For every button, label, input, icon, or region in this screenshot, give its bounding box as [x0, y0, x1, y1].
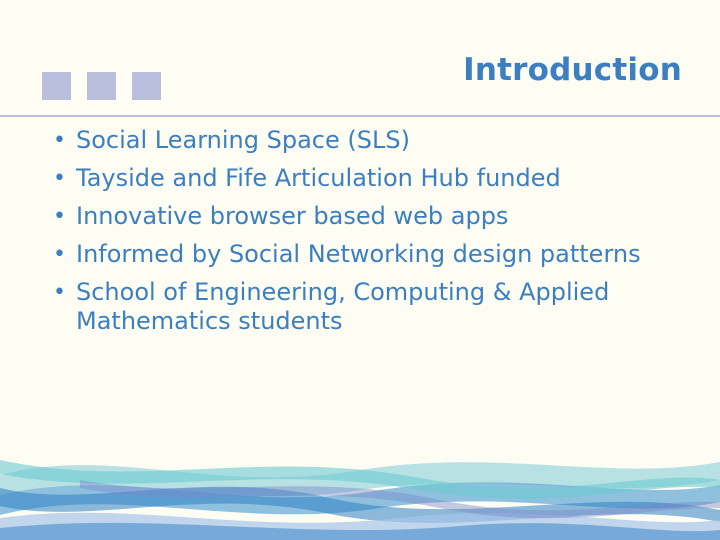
decorative-square — [42, 72, 71, 100]
bullet-text: School of Engineering, Computing & Appli… — [76, 278, 610, 335]
bullet-item: • Tayside and Fife Articulation Hub fund… — [0, 164, 676, 193]
bullet-dot-icon: • — [53, 242, 66, 267]
bullet-dot-icon: • — [53, 128, 66, 153]
title-divider — [0, 115, 720, 117]
bullet-dot-icon: • — [53, 166, 66, 191]
slide: Introduction • Social Learning Space (SL… — [0, 0, 720, 540]
bullet-item: • Informed by Social Networking design p… — [0, 240, 676, 269]
bullet-text: Tayside and Fife Articulation Hub funded — [76, 164, 561, 192]
bullet-item: • Social Learning Space (SLS) — [0, 126, 676, 155]
decorative-square — [132, 72, 161, 100]
bullet-text: Informed by Social Networking design pat… — [76, 240, 641, 268]
bullet-text: Social Learning Space (SLS) — [76, 126, 410, 154]
slide-title: Introduction — [463, 52, 682, 88]
bullet-item: • Innovative browser based web apps — [0, 202, 676, 231]
bullet-dot-icon: • — [53, 280, 66, 305]
bullet-item: • School of Engineering, Computing & App… — [0, 278, 676, 336]
bullet-list: • Social Learning Space (SLS) • Tayside … — [0, 126, 676, 345]
bullet-dot-icon: • — [53, 204, 66, 229]
bullet-text: Innovative browser based web apps — [76, 202, 509, 230]
decorative-squares — [42, 72, 161, 100]
decorative-square — [87, 72, 116, 100]
decorative-waves — [0, 460, 720, 540]
